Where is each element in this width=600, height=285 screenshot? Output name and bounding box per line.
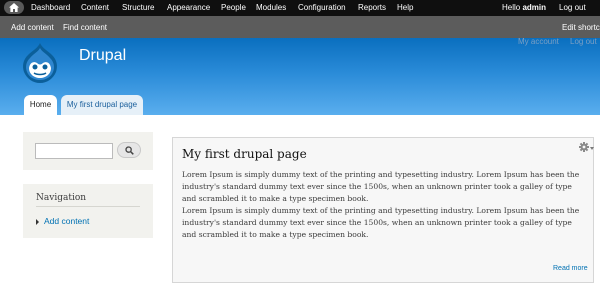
navigation-divider bbox=[36, 206, 140, 207]
toolbar-dashboard[interactable]: Dashboard bbox=[31, 2, 70, 13]
my-account-link[interactable]: My account bbox=[518, 37, 559, 47]
home-button[interactable] bbox=[4, 1, 24, 14]
gear-icon[interactable] bbox=[579, 142, 589, 152]
toolbar-modules[interactable]: Modules bbox=[256, 2, 286, 13]
search-input[interactable] bbox=[35, 143, 113, 159]
drupal-logo-icon[interactable] bbox=[20, 42, 60, 84]
hello-username: admin bbox=[522, 3, 547, 12]
shortcut-add-content[interactable]: Add content bbox=[11, 22, 54, 33]
node-body: Lorem Ipsum is simply dummy text of the … bbox=[182, 169, 584, 241]
navigation-block: Navigation Add content bbox=[23, 184, 153, 238]
hello-user[interactable]: Hello admin bbox=[502, 2, 546, 13]
read-more-link[interactable]: Read more bbox=[553, 264, 588, 274]
toolbar-configuration[interactable]: Configuration bbox=[298, 2, 346, 13]
header-logout-link[interactable]: Log out bbox=[570, 37, 597, 47]
toolbar-structure[interactable]: Structure bbox=[122, 2, 154, 13]
toolbar-appearance[interactable]: Appearance bbox=[167, 2, 210, 13]
node-content: My first drupal page Lorem Ipsum is simp… bbox=[172, 137, 594, 283]
search-block bbox=[23, 132, 153, 170]
chevron-down-icon[interactable] bbox=[590, 147, 594, 150]
body-paragraph: Lorem Ipsum is simply dummy text of the … bbox=[182, 206, 580, 239]
home-icon bbox=[9, 3, 19, 12]
shortcut-find-content[interactable]: Find content bbox=[63, 22, 107, 33]
site-header: Drupal My account Log out Home My first … bbox=[0, 37, 600, 115]
search-icon bbox=[125, 146, 134, 155]
bullet-icon bbox=[36, 219, 39, 225]
hello-prefix: Hello bbox=[502, 3, 523, 12]
edit-shortcuts-link[interactable]: Edit shortcuts bbox=[562, 22, 600, 33]
toolbar-logout[interactable]: Log out bbox=[559, 2, 586, 13]
toolbar-people[interactable]: People bbox=[221, 2, 246, 13]
navigation-title: Navigation bbox=[36, 193, 87, 203]
tab-home[interactable]: Home bbox=[24, 95, 57, 115]
tab-my-first-drupal-page[interactable]: My first drupal page bbox=[61, 95, 143, 115]
nav-item-add-content[interactable]: Add content bbox=[44, 215, 89, 227]
toolbar-help[interactable]: Help bbox=[397, 2, 413, 13]
body-paragraph: Lorem Ipsum is simply dummy text of the … bbox=[182, 170, 580, 203]
node-title[interactable]: My first drupal page bbox=[182, 146, 307, 162]
site-name[interactable]: Drupal bbox=[79, 46, 126, 66]
search-button[interactable] bbox=[117, 142, 141, 158]
toolbar-content[interactable]: Content bbox=[81, 2, 109, 13]
admin-toolbar: Dashboard Content Structure Appearance P… bbox=[0, 0, 600, 16]
shortcut-bar: Add content Find content Edit shortcuts bbox=[0, 16, 600, 38]
toolbar-reports[interactable]: Reports bbox=[358, 2, 386, 13]
